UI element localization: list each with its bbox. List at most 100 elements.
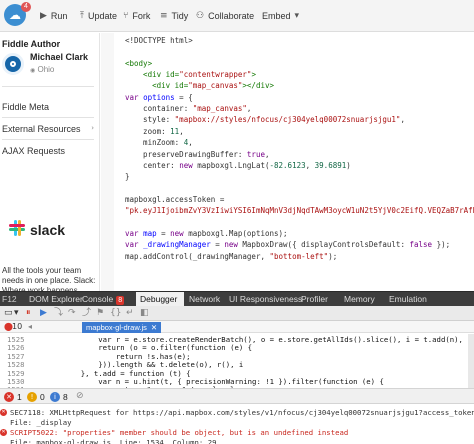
tab-emulation[interactable]: Emulation	[385, 292, 430, 307]
error-icon: ✕	[0, 429, 7, 436]
count-value: 0	[40, 392, 45, 402]
toolbar-update-button[interactable]: ⤒ Update	[80, 9, 117, 23]
sidebar-item-fiddle-meta[interactable]: Fiddle Meta	[2, 102, 49, 112]
word-wrap-icon[interactable]: ↵	[126, 307, 134, 320]
cloud-upload-icon: ⤒	[80, 11, 84, 21]
exception-icon[interactable]: ⚑	[96, 307, 104, 320]
code-token: mapboxgl.Map(options);	[188, 228, 288, 238]
tab-memory[interactable]: Memory	[340, 292, 384, 307]
step-over-icon[interactable]: ↷	[68, 307, 76, 320]
code-token: }	[125, 172, 130, 182]
fiddle-sidebar: Fiddle Author Michael Clark ◉ Ohio Fiddl…	[0, 33, 100, 291]
console-message: SCRIPT5022: "properties" member should b…	[10, 428, 349, 437]
toolbar-button-label: Update	[87, 11, 118, 21]
jsfiddle-toolbar: ☁ 4 ▶ Run ⤒ Update ⑂ Fork ≡ Tidy ⚇ Collaborate Emb…	[0, 0, 474, 32]
code-token: var	[125, 240, 144, 250]
break-all-icon[interactable]: ⏸	[26, 307, 31, 320]
collaborate-icon: ⚇	[196, 11, 205, 21]
tab-label: UI Responsiveness	[229, 294, 303, 304]
breakpoint-count: 10	[12, 322, 23, 331]
code-line: preserveDrawingBuffer: true,	[125, 149, 270, 161]
info-count-icon: i	[50, 392, 60, 402]
map-marker-icon: ◉	[30, 67, 36, 74]
pretty-print-icon[interactable]: {}	[110, 307, 121, 320]
chevron-right-icon: ›	[91, 124, 94, 132]
tab-profiler[interactable]: Profiler	[297, 292, 339, 307]
warning-count-filter[interactable]: ! 0	[27, 391, 45, 403]
code-line: container: "map_canvas",	[125, 104, 251, 115]
tab-debugger[interactable]: Debugger	[136, 292, 184, 307]
chevron-left-icon[interactable]: ◂	[28, 320, 32, 333]
tab-label: Memory	[344, 294, 375, 304]
code-token: ,	[400, 115, 405, 125]
notification-badge: 4	[21, 2, 31, 12]
tab-network[interactable]: Network	[185, 292, 224, 307]
console-error-badge: 8	[116, 296, 125, 305]
just-my-code-icon[interactable]: ◧	[140, 307, 149, 320]
code-token: new	[224, 240, 243, 250]
continue-icon[interactable]: ▶	[40, 307, 47, 320]
code-token: container:	[125, 104, 193, 114]
code-line: "pk.eyJ1IjoibmZvY3VzIiwiYSI6ImNqMnV3djNq…	[125, 206, 474, 217]
sidebar-ad-text[interactable]: All the tools your team needs in one pla…	[2, 266, 98, 291]
open-folder-icon[interactable]: ▭	[4, 307, 13, 320]
code-line: minZoom: 4,	[125, 138, 193, 149]
console-message-source[interactable]: File: _display	[10, 418, 72, 427]
chevron-down-icon[interactable]: ▾	[14, 307, 19, 320]
console-filter-bar: ✕ 1 ! 0 i 8 ⊘	[0, 388, 474, 404]
author-name[interactable]: Michael Clark	[30, 52, 88, 62]
file-tab-mapbox-gl-draw[interactable]: mapbox-gl-draw.js ✕	[82, 322, 162, 333]
code-token: )	[346, 160, 351, 170]
code-token: <!DOCTYPE html>	[125, 36, 193, 45]
code-token: style:	[125, 115, 175, 125]
error-count-filter[interactable]: ✕ 1	[4, 391, 22, 403]
play-icon: ▶	[40, 11, 47, 21]
code-token: "map_canvas"	[192, 104, 247, 114]
author-avatar[interactable]	[2, 53, 24, 75]
tidy-icon: ≡	[160, 11, 168, 21]
toolbar-tidy-button[interactable]: ≡ Tidy	[160, 9, 188, 23]
code-token: new	[170, 228, 189, 238]
console-output: ✕ SEC7118: XMLHttpRequest for https://api…	[0, 404, 474, 444]
code-token: ,	[264, 149, 270, 159]
divider	[2, 117, 94, 118]
error-count-icon: ✕	[4, 392, 14, 402]
tab-ui-responsiveness[interactable]: UI Responsiveness	[225, 292, 302, 307]
divider	[2, 86, 94, 87]
toolbar-collaborate-button[interactable]: ⚇ Collaborate	[196, 9, 254, 23]
code-line: var options = {	[125, 93, 193, 104]
toolbar-fork-button[interactable]: ⑂ Fork	[123, 9, 150, 23]
step-into-icon[interactable]: ⤵	[54, 307, 63, 320]
code-token: ,	[188, 138, 193, 148]
console-message-source[interactable]: File: mapbox-gl-draw.js, Line: 1534, Col…	[10, 438, 216, 444]
sidebar-item-external-resources[interactable]: External Resources ›	[2, 124, 96, 134]
error-icon: ✕	[0, 409, 7, 416]
slack-ad-brand[interactable]: slack	[30, 222, 65, 238]
code-token: );	[328, 251, 338, 261]
code-line: style: "mapbox://styles/nfocus/cj304yelq…	[125, 115, 405, 126]
info-count-filter[interactable]: i8	[50, 391, 68, 403]
toolbar-run-button[interactable]: ▶ Run	[40, 9, 67, 23]
close-icon[interactable]: ✕	[151, 323, 157, 332]
code-line: mapboxgl.accessToken =	[125, 195, 224, 206]
tab-label: Profiler	[301, 294, 328, 304]
sidebar-item-ajax-requests[interactable]: AJAX Requests	[2, 146, 65, 156]
html-code-editor[interactable]: <!DOCTYPE html> <body> <div id="contentwr…	[101, 33, 474, 291]
code-token: ,	[179, 126, 184, 136]
code-token: mapboxgl.LngLat(	[197, 160, 270, 170]
tab-label: Debugger	[140, 294, 178, 304]
code-line: zoom: 11,	[125, 127, 184, 138]
author-location-text: Ohio	[37, 65, 55, 74]
tab-console[interactable]: Console 8	[78, 292, 135, 307]
debugger-source-view[interactable]: 1525 var r = e.store.createRenderBatch()…	[0, 334, 474, 388]
toolbar-button-label: Collaborate	[208, 11, 255, 21]
toolbar-embed-button[interactable]: Embed ▾	[262, 9, 299, 23]
tab-label: DOM Explorer	[29, 294, 83, 304]
step-out-icon[interactable]: ⤴	[82, 307, 91, 320]
code-line: var map = new mapboxgl.Map(options);	[125, 229, 288, 240]
code-token: _drawingManager	[143, 240, 211, 250]
source-scrollbar[interactable]	[468, 334, 474, 388]
tab-dom-explorer[interactable]: DOM Explorer	[25, 292, 83, 307]
clear-console-icon[interactable]: ⊘	[76, 390, 84, 403]
code-token: mapboxgl.accessToken =	[125, 194, 225, 204]
